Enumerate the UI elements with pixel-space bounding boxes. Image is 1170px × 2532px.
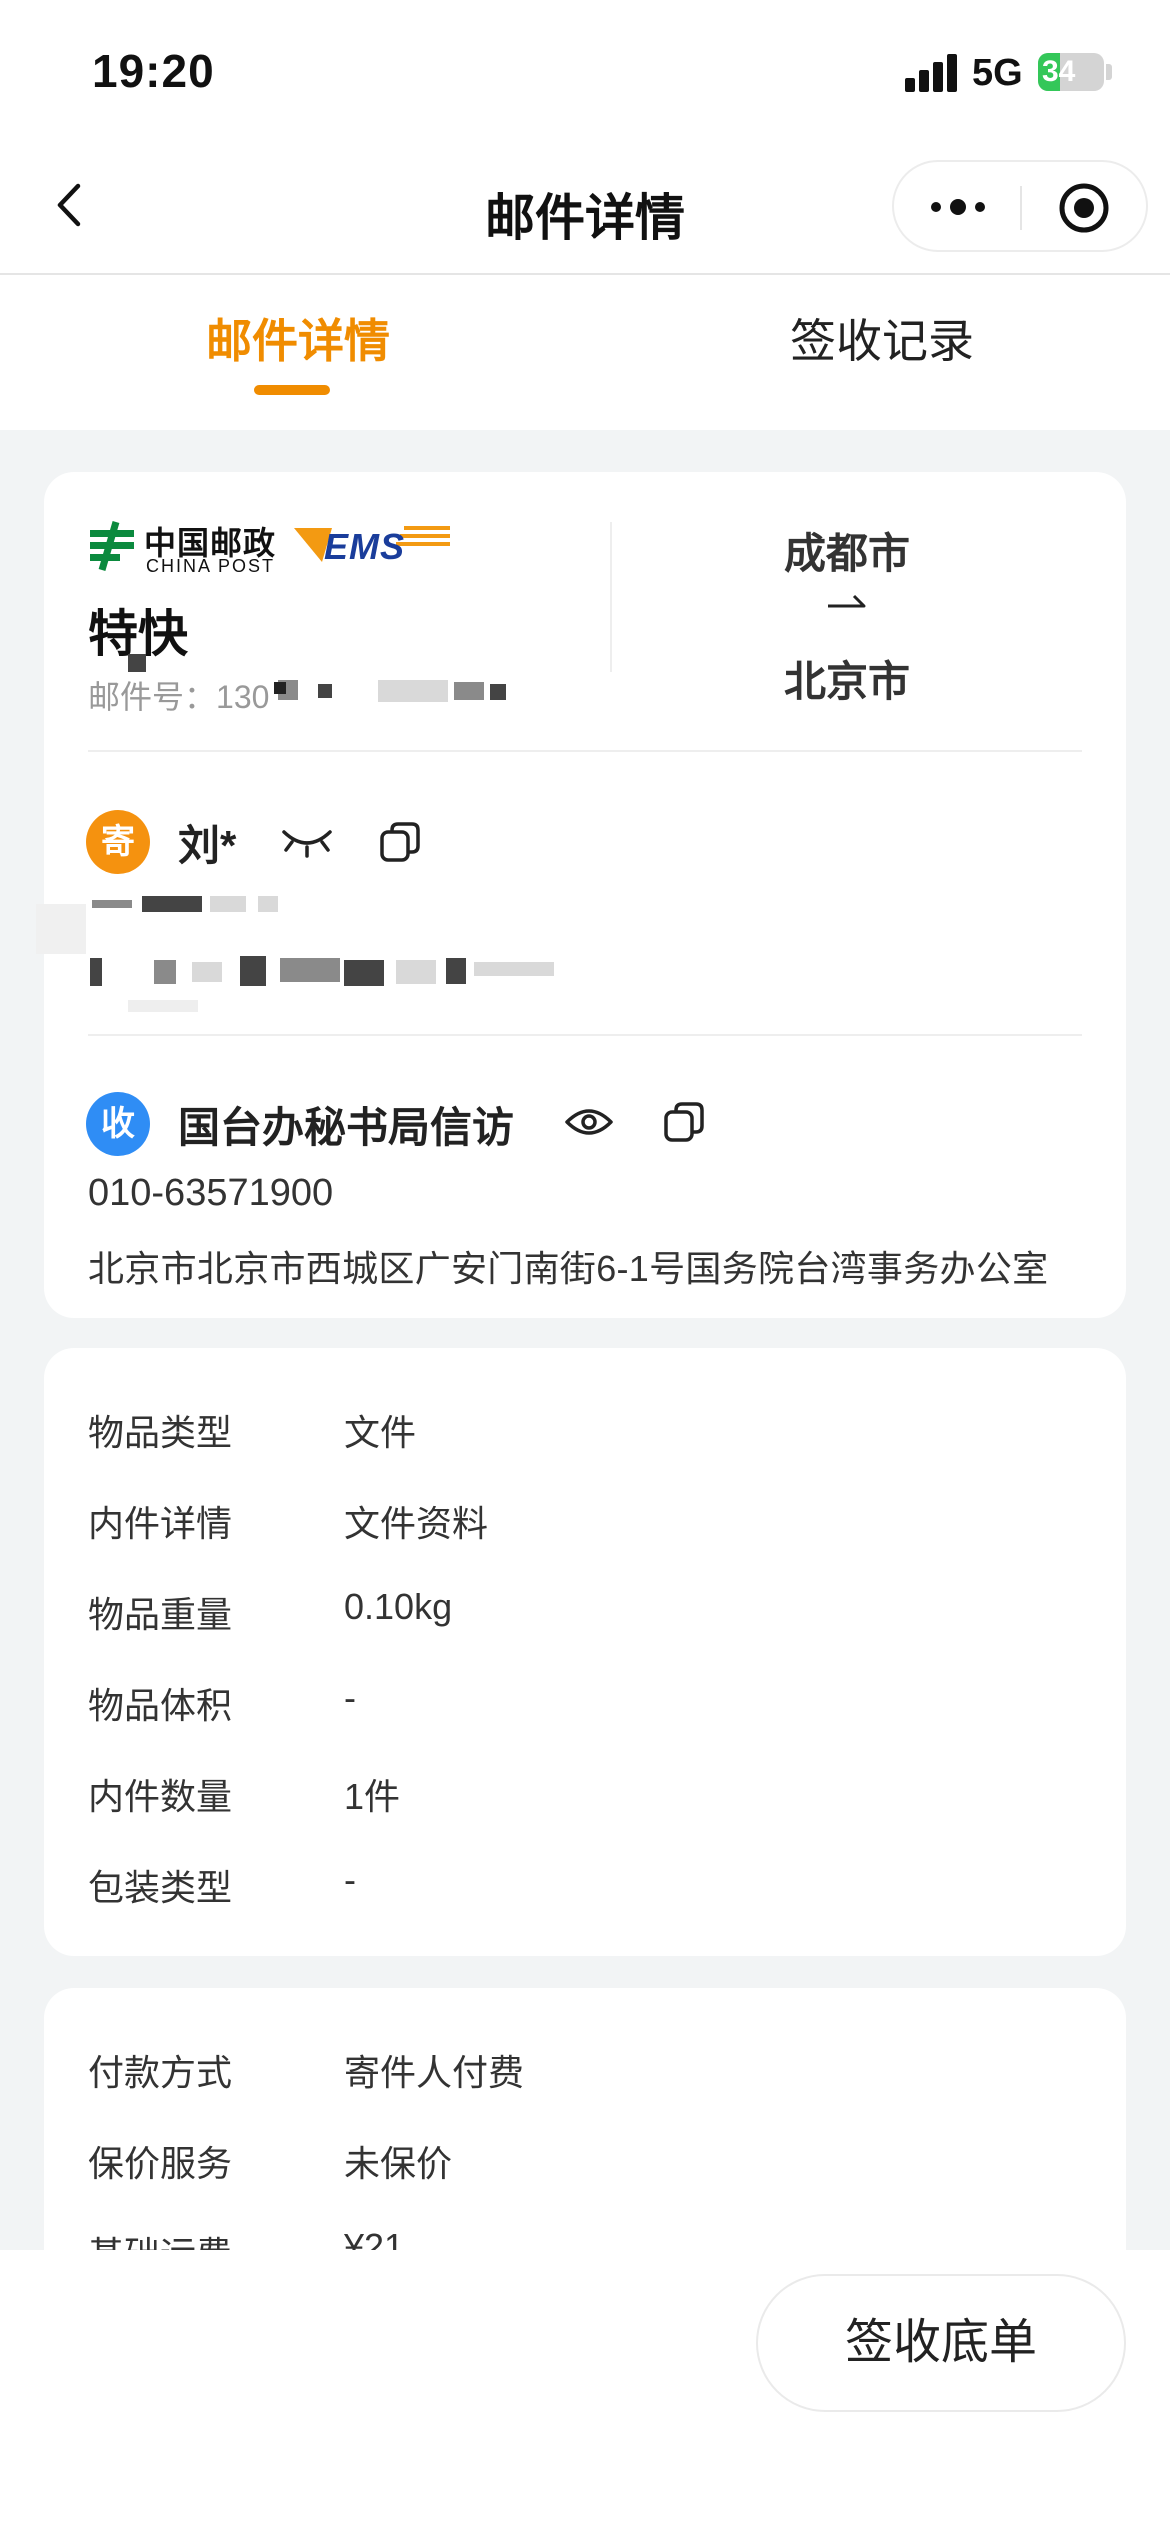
receiver-name: 国台办秘书局信访 — [178, 1104, 515, 1151]
redaction-block — [128, 654, 146, 672]
ems-logo: EMS — [292, 522, 452, 568]
info-value: - — [344, 1859, 356, 1900]
china-post-logo: 中国邮政 CHINA POST — [86, 520, 286, 580]
info-row: 付款方式 寄件人付费 — [88, 2044, 1082, 2104]
battery-icon: 34 — [1038, 53, 1104, 91]
mini-program-capsule — [892, 160, 1148, 252]
china-post-mark-icon — [90, 521, 134, 571]
status-bar: 19:20 5G 34 — [0, 0, 1170, 140]
info-label: 付款方式 — [88, 2052, 233, 2093]
eye-closed-icon[interactable] — [280, 820, 334, 862]
info-row: 保价服务 未保价 — [88, 2135, 1082, 2195]
status-time: 19:20 — [92, 45, 215, 97]
battery-level: 34 — [1042, 55, 1076, 88]
more-icon[interactable] — [928, 192, 988, 222]
info-label: 物品类型 — [88, 1412, 233, 1453]
nav-bar: 邮件详情 — [0, 140, 1170, 275]
redaction-block — [318, 684, 332, 698]
info-label: 包装类型 — [88, 1867, 233, 1908]
battery-cap — [1106, 64, 1112, 80]
info-label: 物品体积 — [88, 1685, 233, 1726]
divider — [88, 750, 1082, 752]
copy-icon[interactable] — [662, 1100, 706, 1144]
sign-receipt-button[interactable]: 签收底单 — [756, 2274, 1126, 2412]
ems-text: EMS — [324, 526, 406, 567]
info-value: 文件资料 — [344, 1503, 489, 1544]
redaction-block — [192, 962, 222, 982]
info-value: 文件 — [344, 1412, 417, 1453]
info-row: 包装类型 - — [88, 1859, 1082, 1919]
info-row: 内件详情 文件资料 — [88, 1495, 1082, 1555]
item-info-card: 物品类型 文件 内件详情 文件资料 物品重量 0.10kg 物品体积 - 内件数… — [44, 1348, 1126, 1956]
info-value: 1件 — [344, 1776, 401, 1817]
info-row: 物品重量 0.10kg — [88, 1586, 1082, 1646]
mail-number-label: 邮件号： — [88, 679, 217, 715]
china-post-en: CHINA POST — [146, 556, 276, 576]
copy-icon[interactable] — [378, 820, 422, 864]
redaction-block — [210, 896, 246, 912]
sender-badge: 寄 — [86, 810, 150, 874]
redaction-block — [258, 896, 278, 912]
redaction-block — [36, 904, 86, 954]
redaction-block — [274, 682, 286, 694]
redaction-block — [344, 960, 384, 986]
signal-icon — [905, 54, 961, 92]
info-label: 内件数量 — [88, 1776, 233, 1817]
info-label: 物品重量 — [88, 1594, 233, 1635]
info-label: 保价服务 — [88, 2143, 233, 2184]
redaction-block — [90, 958, 102, 986]
receiver-address: 北京市北京市西城区广安门南街6-1号国务院台湾事务办公室 — [88, 1248, 1049, 1289]
info-value: 寄件人付费 — [344, 2052, 525, 2093]
sender-name: 刘* — [178, 822, 237, 869]
tab-sign-record[interactable]: 签收记录 — [790, 305, 974, 371]
info-value: - — [344, 1677, 356, 1718]
redaction-block — [454, 682, 484, 700]
origin-city: 成都市 — [784, 530, 911, 577]
info-value: 未保价 — [344, 2143, 453, 2184]
receiver-badge: 收 — [86, 1092, 150, 1156]
info-label: 内件详情 — [88, 1503, 233, 1544]
tab-active-indicator — [254, 385, 330, 395]
redaction-block — [128, 1000, 198, 1012]
info-row: 物品类型 文件 — [88, 1404, 1082, 1464]
mail-summary-card: 中国邮政 CHINA POST EMS 特快 邮件号：130 成都市 北京市 寄… — [36, 472, 1126, 1318]
network-type: 5G — [972, 52, 1023, 94]
redaction-block — [378, 680, 448, 702]
redaction-block — [474, 962, 554, 976]
target-icon[interactable] — [1058, 182, 1110, 234]
redaction-block — [142, 896, 202, 912]
mail-number-value: 130 — [216, 679, 270, 715]
redaction-block — [280, 958, 340, 982]
route-divider — [610, 522, 612, 672]
info-value: 0.10kg — [344, 1586, 453, 1627]
redaction-block — [446, 958, 466, 984]
bottom-action-bar: 签收底单 — [0, 2250, 1170, 2532]
tab-mail-detail[interactable]: 邮件详情 — [206, 305, 390, 371]
eye-open-icon[interactable] — [564, 1104, 614, 1140]
destination-city: 北京市 — [784, 658, 911, 705]
tab-bar: 邮件详情 签收记录 — [0, 275, 1170, 430]
divider — [88, 1034, 1082, 1036]
redaction-block — [154, 960, 176, 984]
route-arrow-icon — [828, 594, 866, 608]
info-row: 物品体积 - — [88, 1677, 1082, 1737]
redaction-block — [396, 960, 436, 984]
redaction-block — [92, 900, 132, 908]
info-row: 内件数量 1件 — [88, 1768, 1082, 1828]
receiver-phone: 010-63571900 — [88, 1172, 334, 1214]
redaction-block — [240, 956, 266, 986]
mail-number: 邮件号：130 — [88, 672, 269, 718]
capsule-divider — [1020, 186, 1022, 230]
redaction-block — [490, 684, 506, 700]
